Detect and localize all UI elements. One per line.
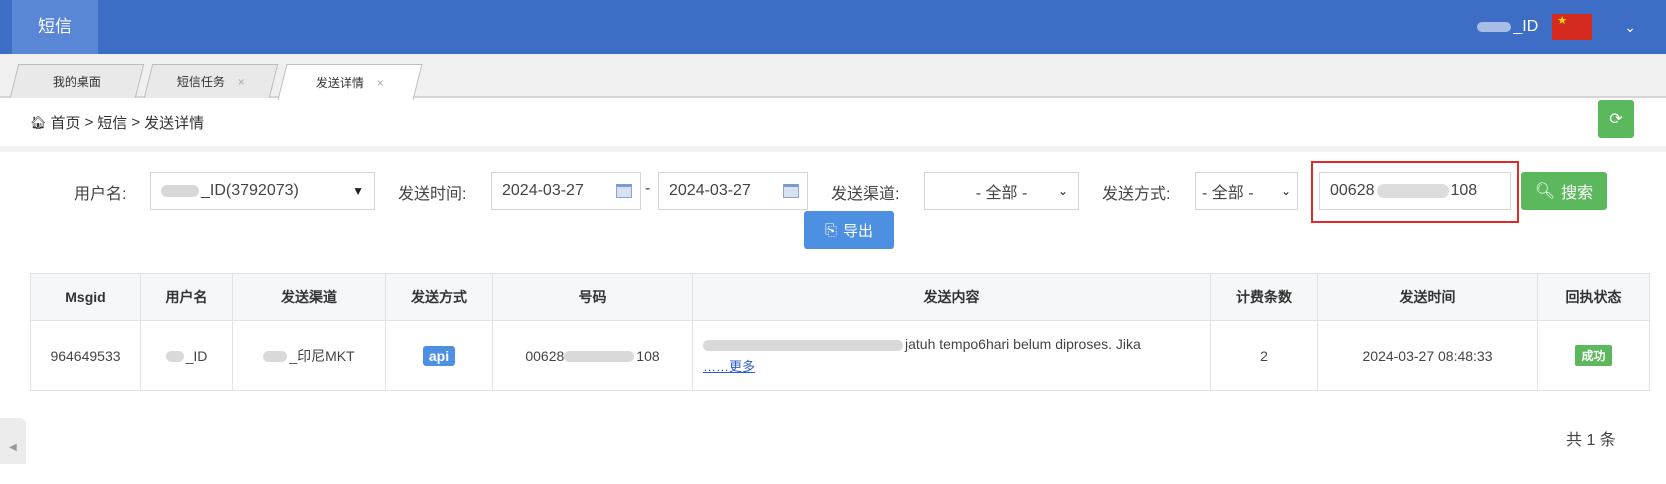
username-label: 用户名: [74, 186, 127, 203]
user-name[interactable]: _ID [1477, 18, 1538, 36]
tab-send-details[interactable]: 发送详情 × [277, 64, 423, 100]
user-area[interactable]: _ID ★ ⌄ [1477, 0, 1636, 54]
date-separator: - [645, 180, 651, 197]
method-label: 发送方式: [1102, 186, 1171, 203]
content-text: jatuh tempo6hari belum diproses. Jika [905, 336, 1141, 352]
send-time-label: 发送时间: [398, 186, 467, 203]
cell-method: api [385, 320, 493, 391]
cell-number: 00628 108 [492, 320, 693, 391]
channel-label: 发送渠道: [831, 186, 900, 203]
column-header[interactable]: 号码 [492, 273, 693, 321]
column-header[interactable]: 用户名 [140, 273, 233, 321]
close-icon[interactable]: × [237, 75, 244, 89]
breadcrumb: 🏠︎ 首页 > 短信 > 发送详情 [30, 112, 204, 133]
breadcrumb-separator: > [131, 114, 141, 131]
refresh-icon: ⟳ [1609, 111, 1623, 128]
method-badge: api [422, 345, 456, 366]
export-button[interactable]: ⎘ 导出 [804, 211, 894, 249]
calendar-icon[interactable] [783, 184, 799, 198]
brand-menu-sms[interactable]: 短信 [12, 0, 98, 54]
chevron-down-icon: ⌄ [1280, 184, 1291, 198]
caret-left-icon: ◀ [9, 442, 17, 453]
column-header[interactable]: 计费条数 [1210, 273, 1318, 321]
send-details-table: Msgid 用户名 发送渠道 发送方式 号码 发送内容 计费条数 发送时间 回执… [30, 273, 1650, 391]
china-flag-icon[interactable]: ★ [1552, 14, 1593, 40]
breadcrumb-sms[interactable]: 短信 [97, 112, 127, 133]
more-link[interactable]: ……更多 [703, 356, 755, 375]
cell-username: _ID [140, 320, 233, 391]
sidebar-toggle[interactable]: ◀ [0, 418, 26, 464]
breadcrumb-home[interactable]: 首页 [51, 112, 81, 133]
top-navbar: 短信 _ID ★ ⌄ [0, 0, 1666, 54]
method-select[interactable]: - 全部 - ⌄ [1195, 172, 1298, 210]
breadcrumb-separator: > [84, 114, 94, 131]
username-select[interactable]: _ID(3792073) ▼ [150, 172, 375, 210]
table-row[interactable]: 964649533 _ID _印尼MKT api 00628 108 jatuh … [30, 320, 1650, 391]
channel-select[interactable]: - 全部 - ⌄ [924, 172, 1079, 210]
phone-number-input[interactable]: 00628 108 [1319, 172, 1511, 210]
column-header[interactable]: 回执状态 [1537, 273, 1650, 321]
caret-down-icon: ▼ [352, 184, 364, 198]
tab-sms-task[interactable]: 短信任务 × [143, 64, 279, 98]
breadcrumb-current: 发送详情 [144, 115, 205, 132]
refresh-button[interactable]: ⟳ [1598, 100, 1634, 138]
column-header[interactable]: 发送内容 [692, 273, 1211, 321]
pagination-total: 共 1 条 [1566, 432, 1616, 449]
cell-content: jatuh tempo6hari belum diproses. Jika ……… [692, 320, 1211, 391]
export-icon: ⎘ [824, 221, 837, 239]
date-from-input[interactable]: 2024-03-27 [491, 172, 641, 210]
cell-channel: _印尼MKT [232, 320, 386, 391]
calendar-icon[interactable] [616, 184, 632, 198]
search-icon: 🔍︎ [1534, 183, 1556, 200]
column-header[interactable]: 发送渠道 [232, 273, 386, 321]
chevron-down-icon[interactable]: ⌄ [1624, 19, 1636, 36]
search-button[interactable]: 🔍︎ 搜索 [1521, 172, 1607, 210]
tab-bar: 我的桌面 短信任务 × 发送详情 × [0, 54, 1666, 100]
cell-msgid: 964649533 [30, 320, 141, 391]
cell-billing-count: 2 [1210, 320, 1318, 391]
date-to-input[interactable]: 2024-03-27 [658, 172, 808, 210]
cell-send-time: 2024-03-27 08:48:33 [1317, 320, 1538, 391]
tab-my-desktop[interactable]: 我的桌面 [9, 64, 145, 98]
status-badge: 成功 [1575, 345, 1612, 366]
column-header[interactable]: Msgid [30, 273, 141, 321]
column-header[interactable]: 发送方式 [385, 273, 493, 321]
home-icon: 🏠︎ [30, 114, 47, 130]
table-header-row: Msgid 用户名 发送渠道 发送方式 号码 发送内容 计费条数 发送时间 回执… [30, 273, 1650, 321]
cell-status: 成功 [1537, 320, 1650, 391]
close-icon[interactable]: × [376, 76, 383, 90]
chevron-down-icon: ⌄ [1057, 184, 1068, 198]
column-header[interactable]: 发送时间 [1317, 273, 1538, 321]
divider [0, 146, 1666, 152]
